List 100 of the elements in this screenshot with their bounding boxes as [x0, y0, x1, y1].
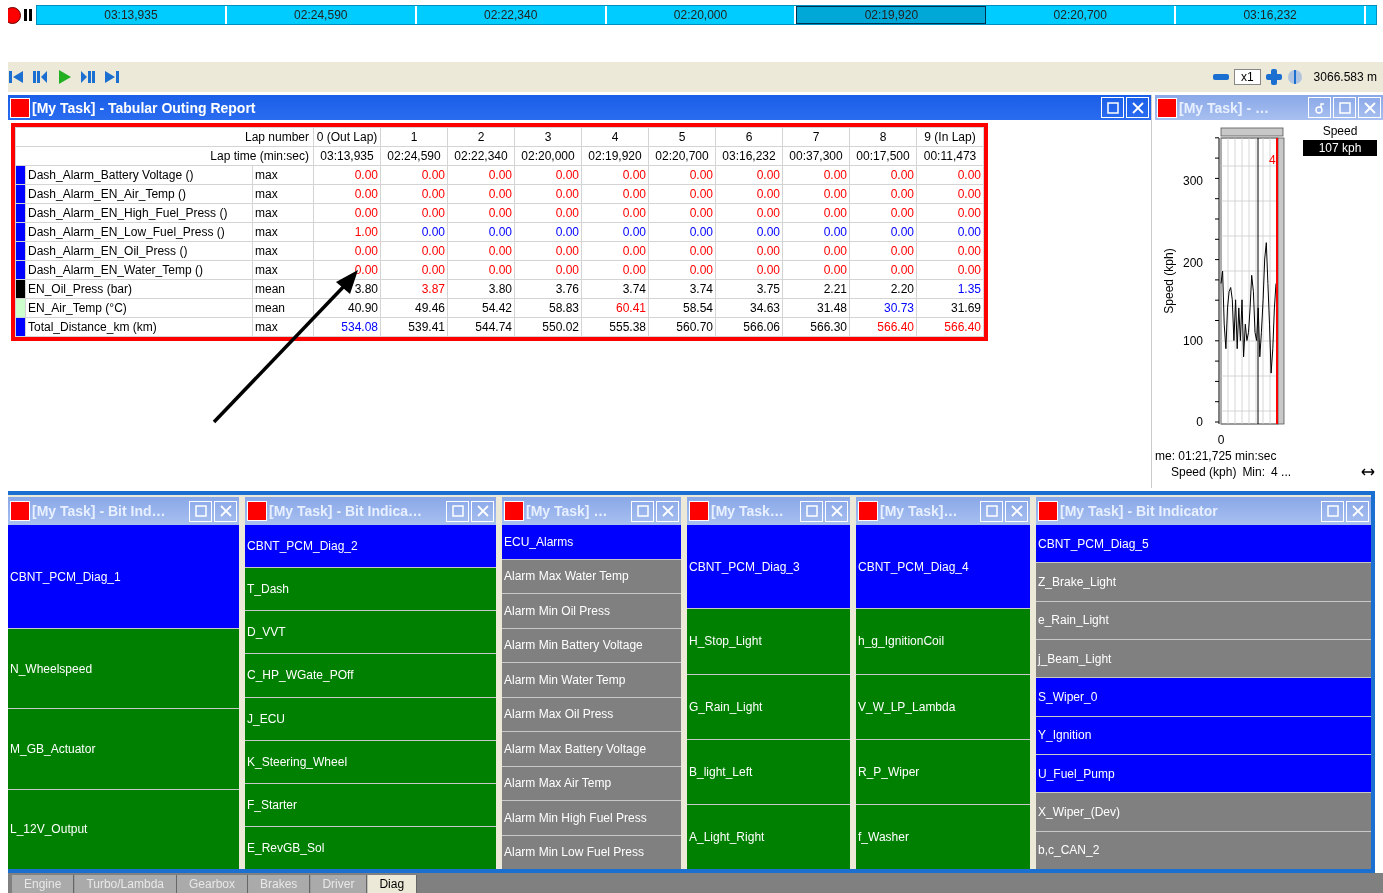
- table-cell: 0.00: [581, 260, 649, 280]
- table-cell: 0.00: [782, 184, 850, 204]
- close-button[interactable]: [656, 500, 679, 522]
- step-back-icon[interactable]: [32, 69, 48, 85]
- lock-button[interactable]: [1308, 97, 1331, 118]
- lap-segment[interactable]: 02:20,700: [986, 6, 1177, 24]
- task-color-icon: [1157, 97, 1177, 118]
- lap-number-header: 8: [849, 127, 917, 147]
- table-cell: 60.41: [581, 298, 649, 318]
- close-button[interactable]: [1126, 97, 1149, 118]
- window-title: [My Task] …: [526, 503, 608, 519]
- playback-speed-field[interactable]: x1: [1233, 69, 1261, 85]
- table-cell: 1.35: [916, 279, 984, 299]
- header-label: Lap number: [15, 127, 314, 147]
- close-icon: [219, 505, 232, 517]
- window-title: [My Task]…: [880, 503, 958, 519]
- bit-indicator: M_GB_Actuator: [8, 709, 239, 789]
- bit-indicator: CBNT_PCM_Diag_4: [856, 525, 1030, 609]
- table-cell: 0.00: [782, 203, 850, 223]
- close-icon: [476, 505, 489, 517]
- table-cell: 560.70: [648, 317, 716, 337]
- lap-segment[interactable]: 03:13,935: [37, 6, 227, 24]
- close-icon: [661, 505, 674, 517]
- close-button[interactable]: [214, 500, 237, 522]
- maximize-button[interactable]: [631, 500, 654, 522]
- record-icon[interactable]: [8, 6, 21, 24]
- lap-number-header: 2: [447, 127, 515, 147]
- stat-cell: mean: [252, 298, 314, 318]
- stat-cell: max: [252, 165, 314, 185]
- bit-indicator: C_HP_WGate_POff: [245, 654, 496, 697]
- lap-segment[interactable]: 02:19,920: [796, 6, 987, 24]
- sheet-tab[interactable]: Diag: [367, 875, 418, 893]
- table-cell: 0.00: [581, 203, 649, 223]
- table-cell: 0.00: [648, 222, 716, 242]
- bit-indicator: CBNT_PCM_Diag_3: [687, 525, 850, 609]
- task-color-icon: [504, 501, 524, 521]
- skip-start-icon[interactable]: [8, 69, 24, 85]
- time-readout: me: 01:21,725 min:sec: [1155, 448, 1278, 464]
- bit-indicator: Alarm Max Air Temp: [502, 766, 681, 800]
- pause-icon[interactable]: [24, 9, 33, 21]
- lock-icon: [1313, 101, 1326, 114]
- lap-segment[interactable]: 02:24,590: [226, 6, 417, 24]
- bit-indicator: L_12V_Output: [8, 789, 239, 869]
- maximize-icon: [636, 505, 649, 517]
- maximize-button[interactable]: [1101, 97, 1124, 118]
- skip-end-icon[interactable]: [104, 69, 120, 85]
- table-cell: 0.00: [715, 260, 783, 280]
- table-cell: 0.00: [648, 241, 716, 261]
- maximize-button[interactable]: [980, 500, 1003, 522]
- lap-segment[interactable]: 03:16,232: [1176, 6, 1366, 24]
- bit-indicator: Alarm Max Water Temp: [502, 559, 681, 593]
- table-cell: 566.06: [715, 317, 783, 337]
- table-cell: 30.73: [849, 298, 917, 318]
- zoom-in-icon[interactable]: [1265, 69, 1282, 85]
- table-cell: 0.00: [514, 165, 582, 185]
- zoom-out-icon[interactable]: [1212, 73, 1229, 81]
- channel-name: Dash_Alarm_Battery Voltage (): [25, 165, 253, 185]
- table-cell: 0.00: [916, 222, 984, 242]
- window-title: [My Task…: [711, 503, 784, 519]
- table-cell: 0.00: [849, 203, 917, 223]
- stat-cell: max: [252, 241, 314, 261]
- table-cell: 0.00: [380, 165, 448, 185]
- table-cell: 0.00: [648, 203, 716, 223]
- close-button[interactable]: [471, 500, 494, 522]
- plot-scrollbar[interactable]: [1220, 127, 1284, 137]
- table-cell: 0.00: [313, 165, 381, 185]
- step-forward-icon[interactable]: [80, 69, 96, 85]
- close-button[interactable]: [1346, 500, 1369, 522]
- maximize-button[interactable]: [800, 500, 823, 522]
- resize-icon[interactable]: [1361, 468, 1375, 476]
- maximize-button[interactable]: [446, 500, 469, 522]
- table-cell: 0.00: [313, 203, 381, 223]
- maximize-icon: [451, 505, 464, 517]
- maximize-icon: [1338, 101, 1351, 114]
- maximize-button[interactable]: [1333, 97, 1356, 118]
- bit-indicator: ECU_Alarms: [502, 525, 681, 559]
- table-cell: 0.00: [648, 260, 716, 280]
- close-button[interactable]: [1358, 97, 1381, 118]
- maximize-icon: [194, 505, 207, 517]
- bit-indicator: CBNT_PCM_Diag_5: [1036, 525, 1371, 563]
- window-title: [My Task] - Tabular Outing Report: [32, 99, 256, 116]
- maximize-button[interactable]: [189, 500, 212, 522]
- table-cell: 0.00: [849, 260, 917, 280]
- bit-indicator: S_Wiper_0: [1036, 678, 1371, 716]
- table-cell: 0.00: [514, 241, 582, 261]
- channel-name: EN_Air_Temp (°C): [25, 298, 253, 318]
- table-cell: 31.48: [782, 298, 850, 318]
- close-icon: [1010, 505, 1023, 517]
- header-label: Lap time (min:sec): [15, 146, 314, 166]
- lap-marker: 4: [1269, 153, 1276, 167]
- bit-indicator: D_VVT: [245, 611, 496, 654]
- maximize-icon: [805, 505, 818, 517]
- play-icon[interactable]: [56, 69, 72, 85]
- lap-segment[interactable]: 02:22,340: [416, 6, 607, 24]
- table-cell: 550.02: [514, 317, 582, 337]
- lap-time-header: 00:17,500: [849, 146, 917, 166]
- close-button[interactable]: [825, 500, 848, 522]
- lap-time-header: 00:37,300: [782, 146, 850, 166]
- close-button[interactable]: [1005, 500, 1028, 522]
- maximize-button[interactable]: [1321, 500, 1344, 522]
